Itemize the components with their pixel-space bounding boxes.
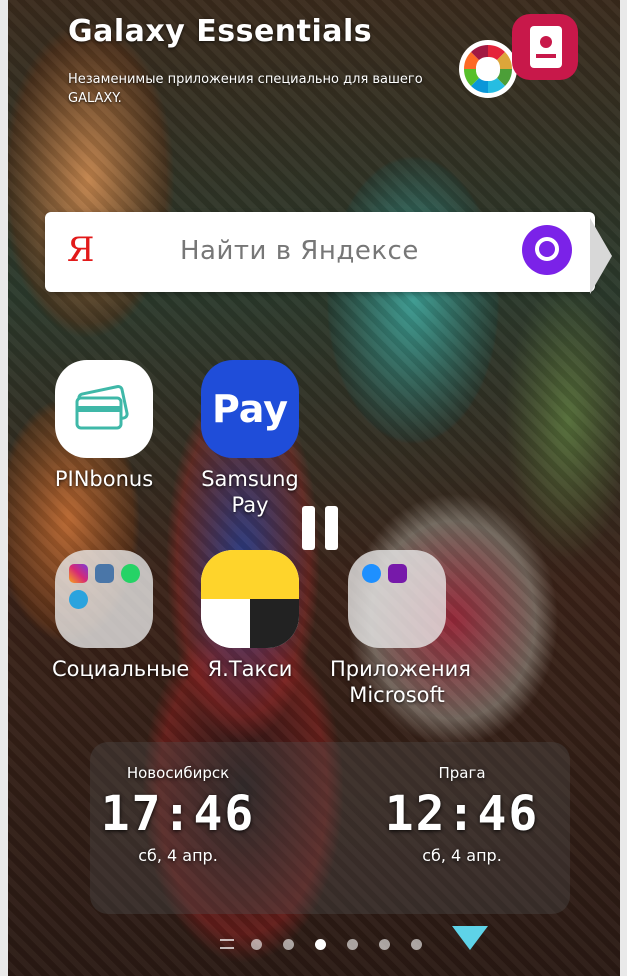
app-label: Приложения Microsoft — [330, 657, 471, 707]
yandex-logo-icon: Я — [67, 230, 95, 270]
clock-city: Прага — [438, 764, 486, 782]
sdg-wheel-app-icon[interactable] — [459, 40, 517, 98]
page-indicator[interactable] — [0, 934, 627, 954]
app-label: Социальные — [52, 657, 190, 681]
page-dot[interactable] — [379, 939, 390, 950]
yandex-taxi-icon — [201, 550, 299, 648]
telegram-icon — [69, 590, 88, 609]
app-samsung-pay[interactable]: Pay Samsung Pay — [198, 360, 302, 518]
pause-icon[interactable] — [302, 506, 340, 550]
yandex-search-bar[interactable]: Я Найти в Яндексе — [45, 212, 595, 292]
page-dot[interactable] — [347, 939, 358, 950]
galaxy-essentials-title[interactable]: Galaxy Essentials — [68, 14, 372, 49]
app-label: Samsung Pay — [201, 467, 299, 517]
app-folder-social[interactable]: Социальные — [52, 550, 190, 682]
app-drawer-arrow-icon[interactable] — [452, 926, 488, 950]
onenote-icon — [388, 564, 407, 583]
whatsapp-icon — [121, 564, 140, 583]
app-pinbonus[interactable]: PINbonus — [52, 360, 156, 492]
clock-city: Новосибирск — [126, 764, 230, 782]
app-yandex-taxi[interactable]: Я.Такси — [198, 550, 302, 682]
clock-date: сб, 4 апр. — [138, 846, 218, 865]
galaxy-essentials-subtitle: Незаменимые приложения специально для ва… — [68, 72, 423, 106]
clock-date: сб, 4 апр. — [422, 846, 502, 865]
screen-edge-right — [620, 0, 627, 976]
onedrive-icon — [362, 564, 381, 583]
clock-novosibirsk[interactable]: Новосибирск 17:46 сб, 4 апр. — [78, 764, 278, 865]
page-dot[interactable] — [411, 939, 422, 950]
folder-icon — [348, 550, 446, 648]
pink-notebook-app-icon[interactable] — [512, 14, 578, 80]
app-folder-microsoft[interactable]: Приложения Microsoft — [330, 550, 471, 708]
page-dot-active[interactable] — [315, 939, 326, 950]
screen-edge-left — [0, 0, 8, 976]
instagram-icon — [69, 564, 88, 583]
clock-prague[interactable]: Прага 12:46 сб, 4 апр. — [362, 764, 562, 865]
clock-time: 17:46 — [100, 786, 256, 842]
clock-time: 12:46 — [384, 786, 540, 842]
edge-panel-handle[interactable] — [590, 218, 612, 294]
alice-icon[interactable] — [522, 225, 572, 275]
folder-icon — [55, 550, 153, 648]
app-label: Я.Такси — [207, 657, 293, 681]
search-placeholder[interactable]: Найти в Яндексе — [180, 236, 419, 266]
pinbonus-card-icon — [55, 360, 153, 458]
page-dot[interactable] — [283, 939, 294, 950]
page-dot[interactable] — [251, 939, 262, 950]
vk-icon — [95, 564, 114, 583]
samsung-pay-icon: Pay — [201, 360, 299, 458]
app-label: PINbonus — [54, 467, 154, 491]
